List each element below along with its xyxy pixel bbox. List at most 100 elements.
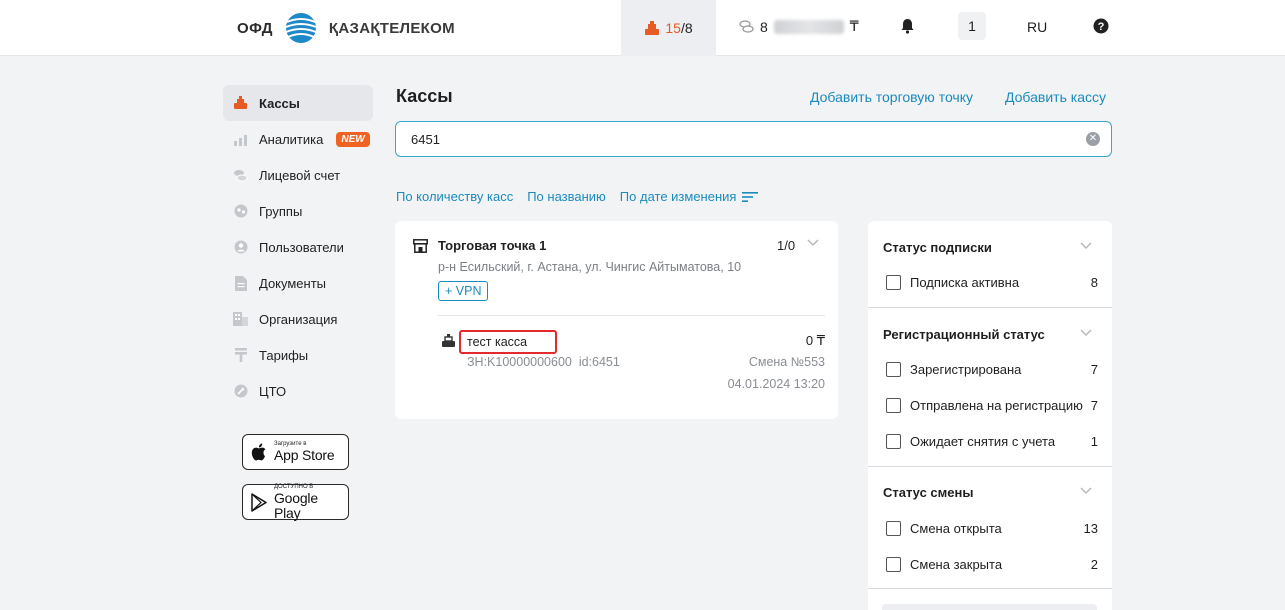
filter-registration-title[interactable]: Регистрационный статус bbox=[883, 327, 1045, 342]
cto-icon bbox=[233, 384, 248, 399]
sidebar-item-label: ЦТО bbox=[259, 383, 287, 399]
sort-by-date[interactable]: По дате изменения bbox=[620, 189, 737, 204]
logo-ofd-text: ОФД bbox=[237, 19, 273, 37]
balance-hidden-value bbox=[773, 19, 844, 34]
logo-brand-text: ҚАЗАҚТЕЛЕКОМ bbox=[328, 19, 455, 37]
filter-option-row[interactable]: Отправлена на регистрацию 7 bbox=[886, 396, 1098, 414]
help-button[interactable]: ? bbox=[1093, 18, 1109, 37]
kassa-id: id:6451 bbox=[578, 355, 620, 369]
logo[interactable]: ОФД ҚАЗАҚТЕЛЕКОМ bbox=[237, 12, 455, 44]
filter-option-row[interactable]: Ожидает снятия с учета 1 bbox=[886, 432, 1098, 450]
trade-point-address: р-н Есильский, г. Астана, ул. Чингис Айт… bbox=[438, 260, 742, 274]
sidebar-item-label: Аналитика bbox=[259, 131, 324, 147]
filter-subscription-title[interactable]: Статус подписки bbox=[883, 240, 992, 255]
filter-option-row[interactable]: Подписка активна 8 bbox=[886, 273, 1098, 291]
clear-icon[interactable]: ✕ bbox=[1086, 132, 1100, 146]
cashbox-total-count: /8 bbox=[680, 20, 693, 36]
checkbox[interactable] bbox=[886, 520, 901, 536]
filter-option-count: 8 bbox=[1090, 274, 1098, 290]
filter-option-label: Зарегистрирована bbox=[910, 361, 1022, 377]
cash-register-icon bbox=[645, 20, 660, 35]
sort-icon[interactable] bbox=[742, 191, 759, 203]
header-balance[interactable]: 8 ₸ bbox=[739, 18, 859, 35]
trade-point-card: Торговая точка 1 1/0 р-н Есильский, г. А… bbox=[395, 221, 838, 419]
filter-option-row[interactable]: Зарегистрирована 7 bbox=[886, 360, 1098, 378]
sidebar-item-account[interactable]: Лицевой счет bbox=[223, 157, 373, 193]
cashbox-active-count: 15 bbox=[665, 20, 681, 36]
checkbox[interactable] bbox=[886, 361, 901, 377]
filter-shift-title[interactable]: Статус смены bbox=[883, 485, 973, 500]
chevron-down-icon[interactable] bbox=[1080, 487, 1092, 495]
trade-point-title[interactable]: Торговая точка 1 bbox=[438, 238, 546, 253]
groups-icon bbox=[233, 204, 248, 219]
filter-option-label: Подписка активна bbox=[910, 274, 1020, 290]
checkbox[interactable] bbox=[886, 433, 901, 449]
user-icon bbox=[233, 240, 248, 255]
sidebar-item-tariffs[interactable]: Тарифы bbox=[223, 337, 373, 373]
document-icon bbox=[233, 275, 248, 291]
kassa-sum: 0 ₸ bbox=[805, 333, 825, 348]
checkbox[interactable] bbox=[886, 397, 901, 413]
app-store-button[interactable]: Загрузите в App Store bbox=[242, 434, 349, 470]
sidebar-item-documents[interactable]: Документы bbox=[223, 265, 373, 301]
sidebar-nav: Кассы Аналитика NEW Лицевой счет Группы … bbox=[223, 85, 373, 409]
filter-option-count: 13 bbox=[1083, 520, 1098, 536]
kassa-name[interactable]: тест касса bbox=[459, 330, 558, 354]
header-cashbox-counter[interactable]: 15/8 bbox=[621, 0, 716, 56]
coins-icon bbox=[739, 20, 754, 33]
sidebar-item-groups[interactable]: Группы bbox=[223, 193, 373, 229]
store-icon bbox=[413, 239, 428, 253]
chevron-down-icon[interactable] bbox=[1080, 329, 1092, 337]
divider bbox=[868, 307, 1112, 308]
google-play-icon bbox=[251, 492, 267, 512]
new-badge: NEW bbox=[336, 131, 370, 147]
sidebar-item-organization[interactable]: Организация bbox=[223, 301, 373, 337]
kassa-serial: ЗН:K10000000600 id:6451 bbox=[467, 355, 620, 369]
chevron-down-icon[interactable] bbox=[807, 239, 819, 247]
kassa-date: 04.01.2024 13:20 bbox=[727, 377, 825, 391]
filter-option-count: 7 bbox=[1090, 397, 1098, 413]
balance-currency: ₸ bbox=[849, 18, 859, 34]
filter-reset-button[interactable] bbox=[882, 604, 1097, 610]
filter-option-label: Отправлена на регистрацию bbox=[910, 397, 1083, 413]
filters-panel: Статус подписки Подписка активна 8 Регис… bbox=[868, 221, 1112, 610]
apple-icon bbox=[251, 443, 266, 461]
filter-option-row[interactable]: Смена открыта 13 bbox=[886, 519, 1098, 537]
checkbox[interactable] bbox=[886, 556, 901, 572]
svg-text:?: ? bbox=[1098, 21, 1105, 33]
kassa-shift: Смена №553 bbox=[748, 355, 825, 369]
sidebar-item-users[interactable]: Пользователи bbox=[223, 229, 373, 265]
sort-by-count[interactable]: По количеству касс bbox=[396, 189, 513, 204]
sort-by-name[interactable]: По названию bbox=[527, 189, 606, 204]
add-kassa-link[interactable]: Добавить кассу bbox=[1005, 89, 1106, 105]
sidebar-item-label: Пользователи bbox=[259, 239, 344, 255]
filter-option-row[interactable]: Смена закрыта 2 bbox=[886, 555, 1098, 573]
sort-options: По количеству касс По названию По дате и… bbox=[396, 189, 759, 204]
sidebar-item-label: Организация bbox=[259, 311, 338, 327]
balance-prefix: 8 bbox=[760, 18, 768, 35]
search-input[interactable]: 6451 ✕ bbox=[395, 121, 1112, 157]
search-value: 6451 bbox=[411, 131, 440, 147]
top-header: ОФД ҚАЗАҚТЕЛЕКОМ 15/8 8 ₸ 1 RU ? bbox=[0, 0, 1285, 56]
add-point-link[interactable]: Добавить торговую точку bbox=[810, 89, 973, 105]
sidebar-item-kassy[interactable]: Кассы bbox=[223, 85, 373, 121]
filter-option-label: Смена открыта bbox=[910, 520, 1002, 536]
checkbox[interactable] bbox=[886, 274, 901, 290]
sidebar-item-cto[interactable]: ЦТО bbox=[223, 373, 373, 409]
building-icon bbox=[233, 312, 248, 327]
language-switcher[interactable]: RU bbox=[1027, 19, 1047, 35]
sidebar-item-label: Документы bbox=[259, 275, 327, 291]
header-count-badge[interactable]: 1 bbox=[958, 12, 986, 40]
tariff-icon bbox=[233, 348, 248, 363]
notifications-button[interactable] bbox=[900, 18, 915, 37]
sidebar-item-label: Лицевой счет bbox=[259, 167, 341, 183]
page-title: Кассы bbox=[396, 86, 453, 106]
google-play-button[interactable]: ДОСТУПНО В Google Play bbox=[242, 484, 349, 520]
filter-option-count: 2 bbox=[1090, 556, 1098, 572]
add-vpn-button[interactable]: + VPN bbox=[438, 281, 489, 301]
coins-icon bbox=[233, 168, 248, 183]
chevron-down-icon[interactable] bbox=[1080, 242, 1092, 250]
sidebar-item-label: Группы bbox=[259, 203, 303, 219]
sidebar-item-analytics[interactable]: Аналитика NEW bbox=[223, 121, 373, 157]
cash-register-icon bbox=[233, 96, 248, 111]
